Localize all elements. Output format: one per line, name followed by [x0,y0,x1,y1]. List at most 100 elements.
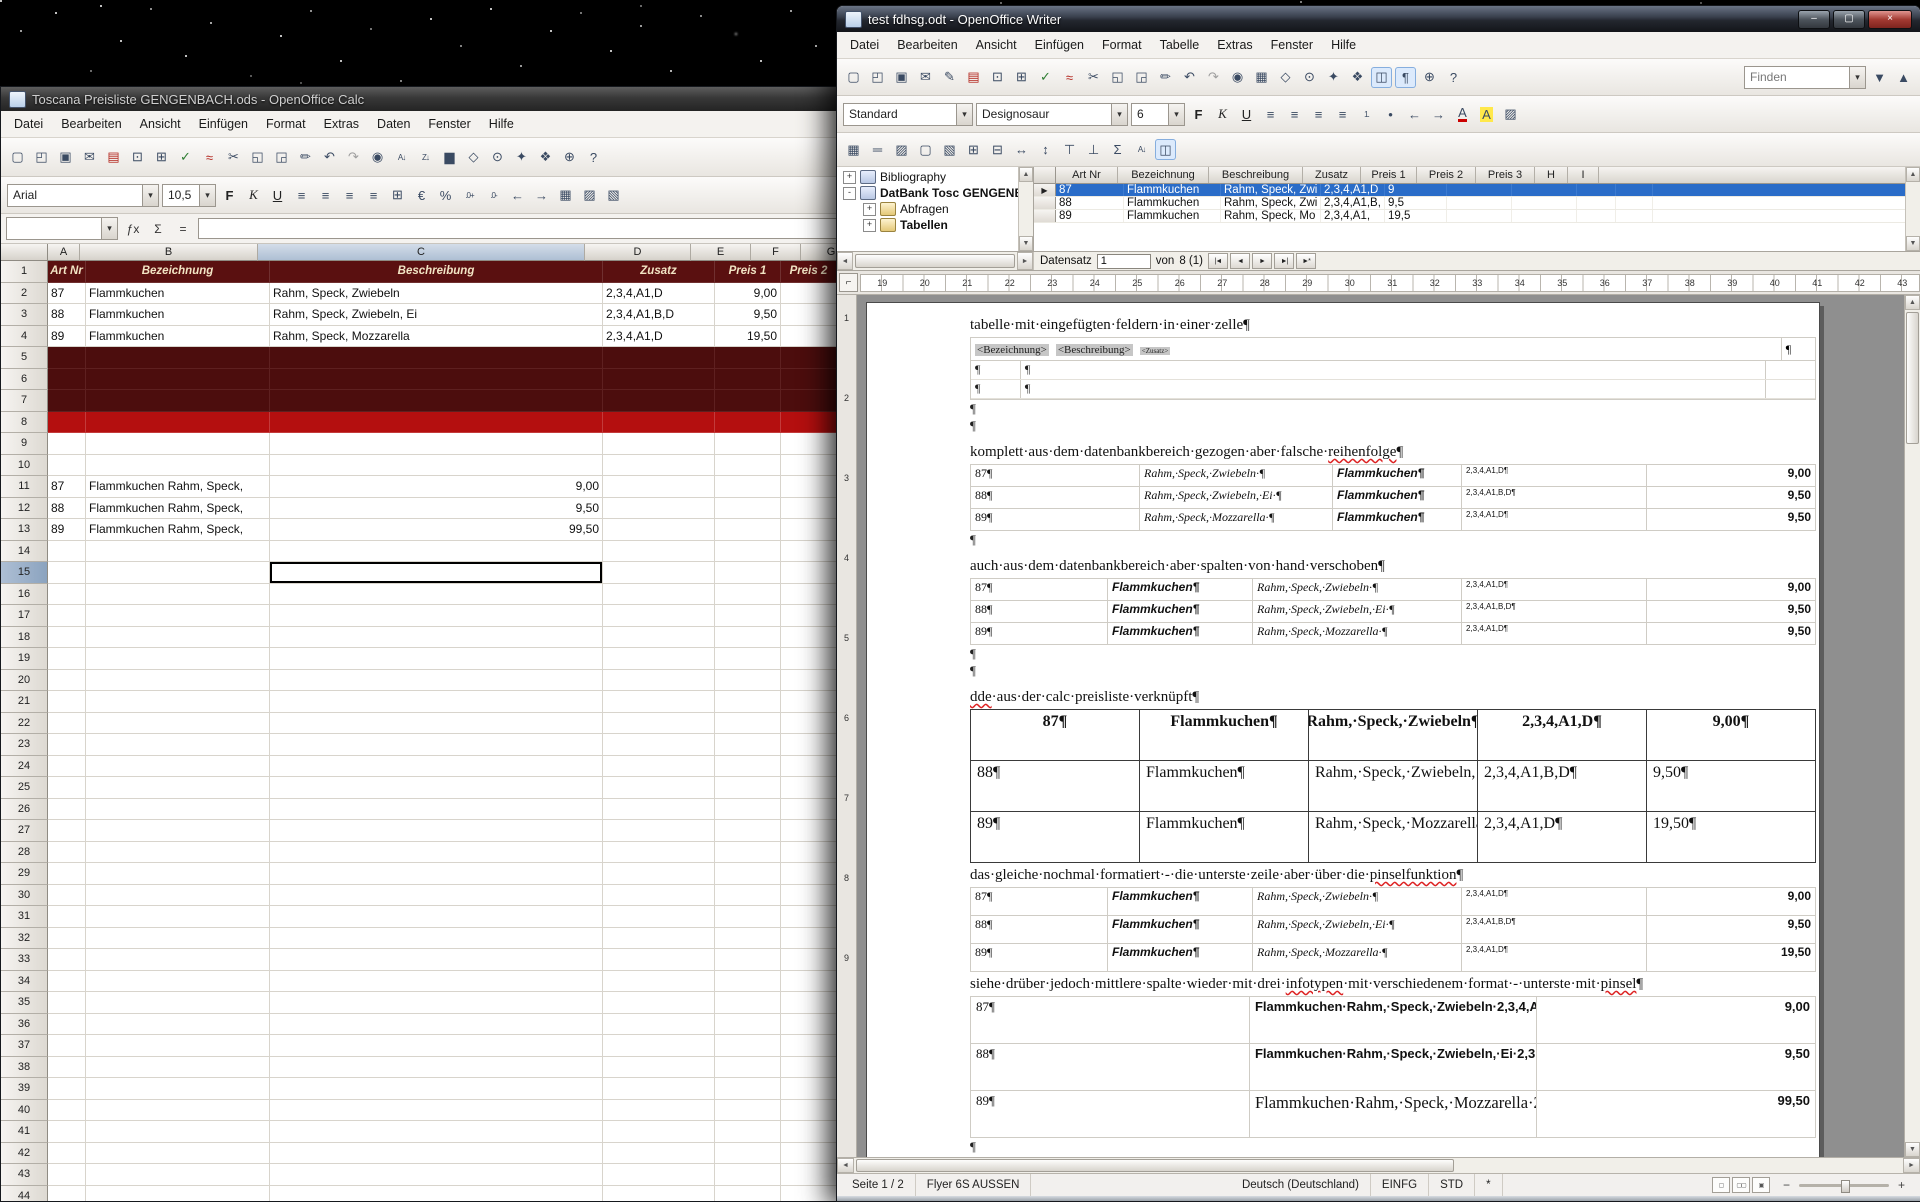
spreadsheet-cell[interactable] [781,562,837,584]
line-color-button[interactable]: ▨ [891,139,912,160]
undo-button[interactable]: ↶ [1179,67,1200,88]
datasource-cell[interactable] [1512,184,1577,196]
page-preview-button[interactable]: ⊞ [151,147,172,168]
scrollbar-track[interactable] [1456,1158,1903,1173]
table-cell[interactable]: <Bezeichnung><Beschreibung><Zusatz> [971,338,1782,360]
spreadsheet-cell[interactable] [603,627,715,649]
dropdown-arrow-icon[interactable]: ▾ [142,185,158,206]
spreadsheet-cell[interactable] [48,390,86,412]
spreadsheet-cell[interactable] [270,992,603,1014]
single-page-view-button[interactable]: ▢ [1712,1177,1730,1193]
datasource-cell[interactable]: Rahm, Speck, Zwi [1221,184,1321,196]
row-header[interactable]: 25 [1,777,48,799]
font-size-combo[interactable]: 6 ▾ [1131,103,1185,126]
spreadsheet-cell[interactable] [48,756,86,778]
status-selection-mode[interactable]: STD [1429,1174,1475,1196]
datasource-cell[interactable]: 9 [1385,184,1447,196]
paste-button[interactable]: ◲ [1131,67,1152,88]
datasource-column-header[interactable]: Art Nr [1056,167,1118,183]
menu-item[interactable]: Fenster [1262,34,1322,56]
tree-item-tabellen[interactable]: + Tabellen [837,217,1019,233]
spreadsheet-cell[interactable] [781,820,837,842]
spreadsheet-cell[interactable] [781,304,837,326]
spreadsheet-cell[interactable]: Bezeichnung [86,261,270,283]
open-button[interactable]: ◰ [867,67,888,88]
menu-item[interactable]: Hilfe [1322,34,1365,56]
datasource-column-header[interactable]: Bezeichnung [1118,167,1209,183]
scroll-left-icon[interactable]: ◄ [837,1158,854,1173]
spreadsheet-cell[interactable] [715,949,781,971]
row-header[interactable]: 19 [1,648,48,670]
tree-item-abfragen[interactable]: + Abfragen [837,201,1019,217]
status-insert-mode[interactable]: EINFG [1371,1174,1429,1196]
merge-cells-button[interactable]: ⊞ [963,139,984,160]
row-header[interactable]: 1 [1,261,48,283]
spreadsheet-cell[interactable] [781,627,837,649]
spreadsheet-cell[interactable] [603,1186,715,1202]
table-cell[interactable]: 9,00¶ [1647,710,1815,760]
datasource-column-header[interactable]: Beschreibung [1209,167,1303,183]
table-cell[interactable]: 2,3,4,A1,D¶ [1478,812,1647,862]
spreadsheet-cell[interactable]: 88 [48,498,86,520]
spreadsheet-cell[interactable] [270,1121,603,1143]
spreadsheet-cell[interactable] [603,648,715,670]
spreadsheet-cell[interactable] [86,863,270,885]
spreadsheet-cell[interactable] [603,885,715,907]
row-header[interactable]: 33 [1,949,48,971]
spreadsheet-cell[interactable] [603,584,715,606]
spreadsheet-cell[interactable] [603,1014,715,1036]
table-cell[interactable]: Flammkuchen¶ [1107,601,1252,622]
spreadsheet-cell[interactable] [781,605,837,627]
spreadsheet-cell[interactable]: 19,50 [715,326,781,348]
spreadsheet-cell[interactable] [48,347,86,369]
spreadsheet-cell[interactable] [715,347,781,369]
scroll-down-icon[interactable]: ▼ [1906,236,1920,251]
table-cell[interactable]: 2,3,4,A1,D¶ [1461,465,1646,486]
writer-titlebar[interactable]: test fdhsg.odt - OpenOffice Writer –▢× [837,6,1920,32]
table-cell[interactable]: Rahm,·Speck,·Mozzarella¶ [1309,812,1478,862]
spreadsheet-cell[interactable]: Rahm, Speck, Zwiebeln, Ei [270,304,603,326]
row-header[interactable]: 24 [1,756,48,778]
database-field[interactable]: <Zusatz> [1140,347,1171,355]
spreadsheet-cell[interactable] [715,885,781,907]
spreadsheet-cell[interactable] [270,885,603,907]
spreadsheet-cell[interactable] [781,734,837,756]
spreadsheet-cell[interactable] [270,1186,603,1202]
spreadsheet-cell[interactable] [48,799,86,821]
menu-item[interactable]: Tabelle [1151,34,1209,56]
spreadsheet-cell[interactable] [603,605,715,627]
spreadsheet-cell[interactable] [270,971,603,993]
spreadsheet-cell[interactable] [48,734,86,756]
spreadsheet-cell[interactable] [715,1143,781,1165]
paragraph-style-combo[interactable]: Standard ▾ [843,103,973,126]
spreadsheet-cell[interactable] [86,1121,270,1143]
background-color-button[interactable]: ▨ [579,185,600,206]
datasource-cell[interactable]: Flammkuchen [1124,184,1221,196]
edit-file-button[interactable]: ✎ [939,67,960,88]
table-cell[interactable]: Flammkuchen¶ [1107,888,1252,915]
background-color-button[interactable]: ▨ [1500,104,1521,125]
spreadsheet-cell[interactable] [270,605,603,627]
spreadsheet-cell[interactable] [48,992,86,1014]
menu-item[interactable]: Einfügen [190,113,257,135]
spreadsheet-cell[interactable] [86,562,270,584]
spreadsheet-cell[interactable]: Flammkuchen Rahm, Speck, [86,519,270,541]
spreadsheet-cell[interactable]: Preis 2 [781,261,837,283]
status-modified-flag[interactable]: * [1475,1174,1502,1196]
horizontal-ruler[interactable]: 1920212223242526272829303132333435363738… [860,274,1920,292]
spreadsheet-cell[interactable] [781,863,837,885]
spreadsheet-cell[interactable] [48,863,86,885]
scrollbar-track[interactable] [1905,446,1920,1142]
spreadsheet-cell[interactable] [715,820,781,842]
table-cell[interactable] [1766,361,1815,379]
spreadsheet-cell[interactable] [48,1186,86,1202]
dropdown-arrow-icon[interactable]: ▾ [1849,67,1865,88]
table-cell[interactable]: 2,3,4,A1,D¶ [1461,888,1646,915]
table-cell[interactable]: Rahm,·Speck,·Zwiebeln,·Ei·¶ [1252,601,1461,622]
tree-expander-icon[interactable]: + [863,219,876,232]
row-header[interactable]: 34 [1,971,48,993]
scroll-right-icon[interactable]: ► [1903,1158,1920,1173]
tree-vertical-scrollbar[interactable]: ▲ ▼ [1018,167,1033,251]
spreadsheet-cell[interactable] [781,476,837,498]
table-cell[interactable]: Flammkuchen¶ [1107,944,1252,971]
